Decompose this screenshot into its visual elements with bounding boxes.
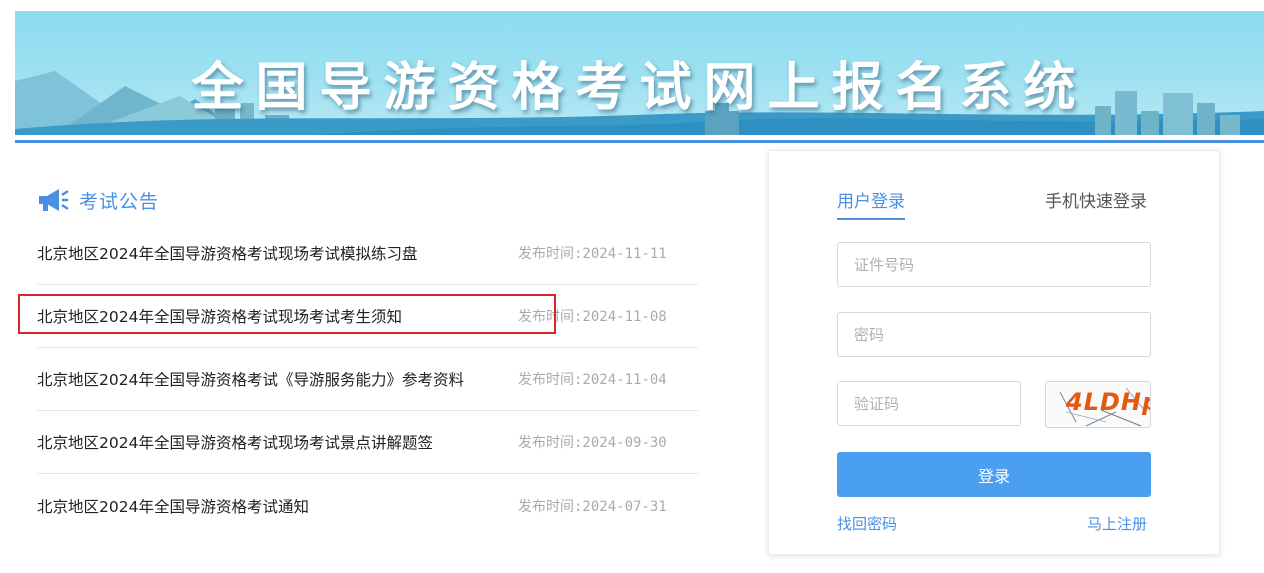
notice-date: 发布时间:2024-11-11 [518, 246, 667, 262]
notice-date: 发布时间:2024-07-31 [518, 498, 667, 515]
notice-item[interactable]: 北京地区2024年全国导游资格考试现场考试景点讲解题签 发布时间:2024-09… [37, 411, 698, 474]
banner-title: 全国导游资格考试网上报名系统 [191, 58, 1088, 118]
notice-title[interactable]: 北京地区2024年全国导游资格考试《导游服务能力》参考资料 [37, 368, 464, 390]
notice-section-title: 考试公告 [79, 190, 160, 213]
notice-item[interactable]: 北京地区2024年全国导游资格考试《导游服务能力》参考资料 发布时间:2024-… [37, 348, 698, 411]
id-number-input[interactable] [837, 242, 1151, 287]
password-input[interactable] [837, 312, 1151, 357]
notice-item[interactable]: 北京地区2024年全国导游资格考试现场考试考生须知 发布时间:2024-11-0… [37, 285, 698, 348]
tab-user-login[interactable]: 用户登录 [837, 187, 905, 220]
banner-divider [15, 140, 1264, 143]
notice-item[interactable]: 北京地区2024年全国导游资格考试现场考试模拟练习盘 发布时间:2024-11-… [37, 222, 698, 285]
tab-phone-login[interactable]: 手机快速登录 [1045, 187, 1147, 218]
notice-item[interactable]: 北京地区2024年全国导游资格考试通知 发布时间:2024-07-31 [37, 474, 698, 537]
captcha-text: 4LDHp [1066, 388, 1151, 416]
notice-title[interactable]: 北京地区2024年全国导游资格考试现场考试考生须知 [37, 305, 402, 327]
notice-date: 发布时间:2024-09-30 [518, 435, 667, 451]
notice-list: 北京地区2024年全国导游资格考试现场考试模拟练习盘 发布时间:2024-11-… [37, 222, 698, 537]
header-banner: 全国导游资格考试网上报名系统 [15, 11, 1264, 135]
register-link[interactable]: 马上注册 [1087, 513, 1147, 534]
megaphone-icon [39, 189, 69, 211]
notice-section-header: 考试公告 [37, 186, 159, 214]
notice-title[interactable]: 北京地区2024年全国导游资格考试现场考试景点讲解题签 [37, 431, 433, 453]
login-panel: 用户登录 手机快速登录 4LDHp 登录 找回密码 马上注册 [768, 150, 1220, 555]
captcha-input[interactable] [837, 381, 1021, 426]
notice-date: 发布时间:2024-11-04 [518, 372, 667, 388]
login-button[interactable]: 登录 [837, 452, 1151, 497]
notice-title[interactable]: 北京地区2024年全国导游资格考试通知 [37, 495, 309, 517]
notice-title[interactable]: 北京地区2024年全国导游资格考试现场考试模拟练习盘 [37, 242, 417, 264]
forgot-password-link[interactable]: 找回密码 [837, 513, 897, 534]
notice-date: 发布时间:2024-11-08 [518, 309, 667, 325]
captcha-image[interactable]: 4LDHp [1045, 381, 1151, 428]
